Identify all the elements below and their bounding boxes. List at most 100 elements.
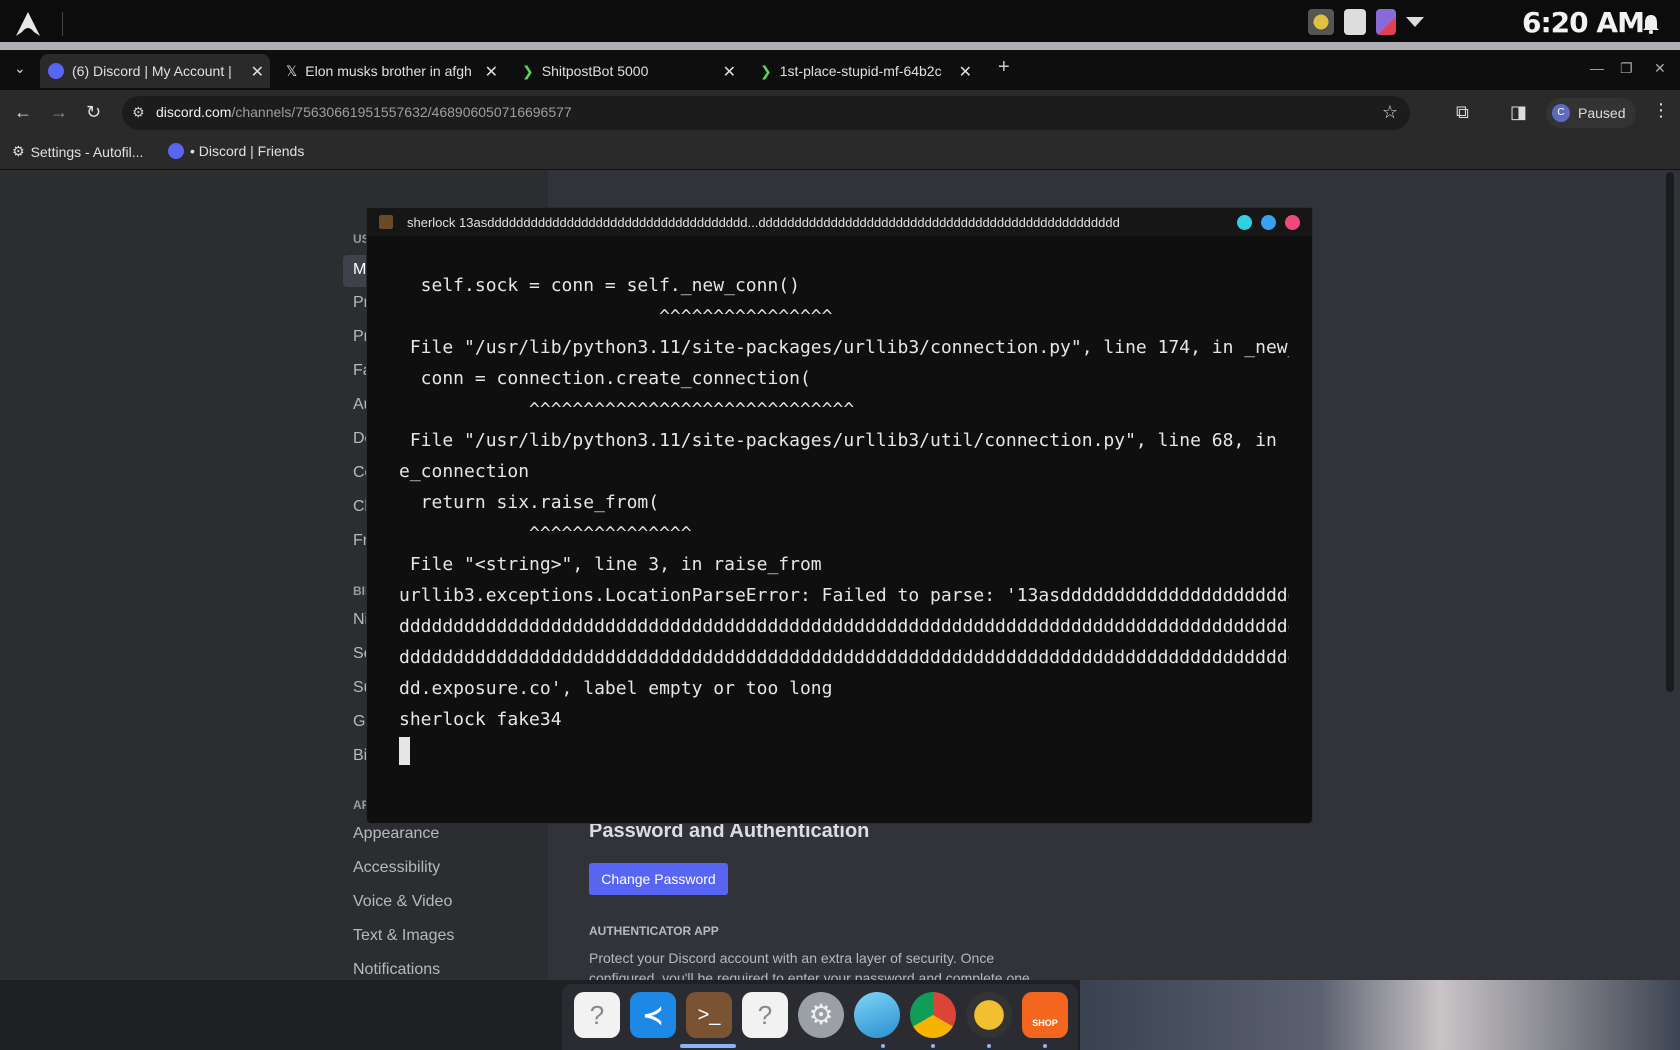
tab-title: ShitpostBot 5000 — [541, 63, 649, 79]
forward-arrow-icon[interactable]: → — [50, 102, 68, 123]
bee-icon[interactable] — [1308, 9, 1334, 35]
tab-shitpostbot[interactable]: ❯ ShitpostBot 5000 ✕ — [514, 54, 742, 88]
clipboard-icon[interactable] — [1344, 9, 1366, 35]
sidebar-item-clips[interactable]: Cl — [353, 498, 368, 516]
bookmark-discord-friends[interactable]: • Discord | Friends — [168, 143, 304, 159]
bookmark-settings[interactable]: ⚙ Settings - Autofil... — [12, 143, 143, 160]
terminal-line: e_connection — [399, 461, 530, 482]
sidebar-item-accessibility[interactable]: Accessibility — [353, 859, 440, 877]
terminal-app-icon — [379, 215, 393, 229]
terminal-window[interactable]: sherlock 13asddddddddddddddddddddddddddd… — [367, 208, 1312, 823]
tab-list-chevron-icon[interactable]: ⌄ — [14, 60, 26, 77]
terminal-line: urllib3.exceptions.LocationParseError: F… — [399, 585, 1289, 606]
reload-icon[interactable]: ↻ — [86, 102, 101, 123]
sidebar-item-notifications[interactable]: Notifications — [353, 961, 440, 979]
tab-x[interactable]: 𝕏 Elon musks brother in afgh ✕ — [278, 54, 504, 88]
gear-icon: ⚙ — [12, 143, 25, 159]
new-tab-plus-icon[interactable]: + — [998, 56, 1010, 79]
terminal-title: sherlock 13asddddddddddddddddddddddddddd… — [407, 215, 1120, 230]
sidebar-item-billing[interactable]: Bi — [353, 747, 367, 765]
bee-icon[interactable] — [966, 992, 1012, 1038]
terminal-output[interactable]: self.sock = conn = self._new_conn() ^^^^… — [399, 270, 1289, 765]
terminal-line: File "<string>", line 3, in raise_from — [399, 554, 822, 575]
notification-bell-icon[interactable] — [1640, 13, 1662, 35]
arch-logo-icon[interactable] — [14, 10, 42, 38]
tab-discord[interactable]: (6) Discord | My Account | ✕ — [40, 54, 270, 88]
settings-icon[interactable]: ⚙ — [798, 992, 844, 1038]
url-host: discord.com — [156, 104, 232, 120]
dock: ? ≺ >_ ? ⚙ SHOP — [562, 984, 1078, 1050]
kebab-menu-icon[interactable]: ⋮ — [1652, 100, 1670, 121]
restore-icon[interactable]: ❐ — [1620, 60, 1633, 77]
terminal-line: File "/usr/lib/python3.11/site-packages/… — [399, 430, 1289, 451]
close-icon[interactable]: ✕ — [485, 62, 498, 82]
tab-1st-place[interactable]: ❯ 1st-place-stupid-mf-64b2c ✕ — [752, 54, 978, 88]
close-icon[interactable]: ✕ — [723, 62, 736, 82]
browser-toolbar: ← → ↻ ⚙ discord.com/channels/75630661951… — [0, 90, 1680, 136]
window-close-icon[interactable]: ✕ — [1654, 60, 1666, 77]
url-text[interactable]: discord.com/channels/756306619515576​32/… — [156, 104, 572, 120]
vscode-icon[interactable]: ≺ — [630, 992, 676, 1038]
maximize-dot-icon[interactable] — [1261, 215, 1276, 230]
url-path: /channels/756306619515576​32/46890605071… — [231, 104, 572, 120]
back-arrow-icon[interactable]: ← — [14, 102, 32, 123]
chrome-icon[interactable] — [910, 992, 956, 1038]
terminal-line: dddddddddddddddddddddddddddddddddddddddd… — [399, 616, 1289, 637]
sidebar-item-voice-video[interactable]: Voice & Video — [353, 893, 452, 911]
terminal-line: self.sock = conn = self._new_conn() — [399, 275, 800, 296]
close-icon[interactable]: ✕ — [959, 62, 972, 82]
file-unknown-icon[interactable]: ? — [742, 992, 788, 1038]
address-bar[interactable]: ⚙ discord.com/channels/756306619515576​3… — [122, 96, 1410, 130]
terminal-titlebar[interactable]: sherlock 13asddddddddddddddddddddddddddd… — [367, 208, 1312, 236]
sidebar-item-nitro[interactable]: Ni — [353, 611, 368, 629]
running-indicator — [931, 1044, 935, 1048]
change-password-button[interactable]: Change Password — [589, 863, 728, 895]
terminal-line: ^^^^^^^^^^^^^^^^ — [399, 306, 833, 327]
terminal-line: File "/usr/lib/python3.11/site-packages/… — [399, 337, 1289, 358]
terminal-line: return six.raise_from( — [399, 492, 660, 513]
running-indicator — [987, 1044, 991, 1048]
file-unknown-icon[interactable]: ? — [574, 992, 620, 1038]
terminal-icon: ❯ — [760, 63, 772, 79]
site-info-icon[interactable]: ⚙ — [132, 104, 145, 121]
wallpaper — [1080, 980, 1680, 1050]
dolphin-icon[interactable] — [854, 992, 900, 1038]
close-dot-icon[interactable] — [1285, 215, 1300, 230]
terminal-icon[interactable]: >_ — [686, 992, 732, 1038]
page-scrollbar[interactable] — [1666, 172, 1674, 692]
running-indicator — [1043, 1044, 1047, 1048]
sidebar-item-text-images[interactable]: Text & Images — [353, 927, 454, 945]
terminal-line: sherlock fake34 — [399, 709, 562, 730]
volume-muted-icon[interactable] — [1376, 9, 1396, 35]
side-panel-icon[interactable]: ◨ — [1510, 102, 1527, 123]
system-tray — [1308, 9, 1424, 35]
terminal-icon: ❯ — [522, 63, 534, 79]
close-icon[interactable]: ✕ — [251, 62, 264, 82]
avatar: C — [1552, 104, 1570, 122]
bookmark-star-icon[interactable]: ☆ — [1382, 102, 1398, 123]
tab-title: 1st-place-stupid-mf-64b2c — [779, 63, 942, 79]
discord-icon — [168, 143, 184, 159]
terminal-line: conn = connection.create_connection( — [399, 368, 811, 389]
minimize-dot-icon[interactable] — [1237, 215, 1252, 230]
sidebar-item-friend-requests[interactable]: Fr — [353, 532, 368, 550]
running-indicator — [881, 1044, 885, 1048]
extensions-puzzle-icon[interactable]: ⧉ — [1456, 102, 1469, 123]
bookmark-label: Settings - Autofil... — [30, 143, 144, 160]
sidebar-item-appearance[interactable]: Appearance — [353, 825, 439, 843]
shop-icon[interactable]: SHOP — [1022, 992, 1068, 1038]
profile-button[interactable]: C Paused — [1546, 98, 1636, 128]
password-auth-title: Password and Authentication — [589, 820, 870, 842]
sidebar-item-my-account[interactable]: M — [353, 261, 366, 279]
tab-title: (6) Discord | My Account | — [72, 63, 232, 79]
clock[interactable]: 6:20 AM — [1522, 6, 1645, 39]
chevron-down-icon[interactable] — [1406, 17, 1424, 27]
terminal-line: dddddddddddddddddddddddddddddddddddddddd… — [399, 647, 1289, 668]
tab-title: Elon musks brother in afgh — [305, 63, 472, 79]
system-panel: 6:20 AM — [0, 0, 1680, 46]
terminal-line: ^^^^^^^^^^^^^^^ — [399, 523, 692, 544]
x-icon: 𝕏 — [286, 63, 298, 79]
discord-icon — [48, 63, 64, 79]
minimize-icon[interactable]: — — [1590, 60, 1604, 76]
profile-status: Paused — [1578, 105, 1626, 121]
